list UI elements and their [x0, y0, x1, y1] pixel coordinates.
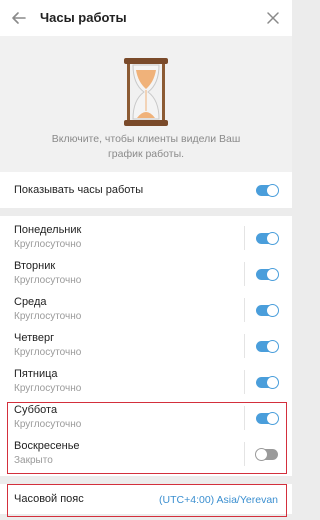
arrow-left-icon[interactable]: [9, 8, 29, 28]
show-hours-row[interactable]: Показывать часы работы: [0, 172, 292, 208]
day-name: Пятница: [14, 368, 58, 380]
show-hours-label: Показывать часы работы: [14, 184, 144, 196]
switch-knob: [266, 304, 279, 317]
row-divider: [244, 226, 245, 250]
row-divider: [244, 262, 245, 286]
day-name: Понедельник: [14, 224, 82, 236]
day-status: Круглосуточно: [14, 383, 82, 394]
page-title: Часы работы: [40, 10, 127, 25]
timezone-highlight: [7, 484, 287, 517]
day-switch[interactable]: [256, 268, 279, 281]
hourglass-icon: [124, 58, 168, 126]
hero-description: Включите, чтобы клиенты видели Ваш графи…: [51, 133, 241, 160]
row-divider: [244, 334, 245, 358]
day-name: Четверг: [14, 332, 55, 344]
day-row[interactable]: Среда Круглосуточно: [0, 292, 292, 328]
switch-knob: [266, 376, 279, 389]
switch-knob: [266, 268, 279, 281]
day-row[interactable]: Понедельник Круглосуточно: [0, 220, 292, 256]
day-status: Круглосуточно: [14, 347, 82, 358]
day-row[interactable]: Четверг Круглосуточно: [0, 328, 292, 364]
hero-section: Включите, чтобы клиенты видели Ваш графи…: [0, 36, 292, 172]
day-name: Вторник: [14, 260, 56, 272]
weekend-highlight: [7, 402, 287, 474]
day-switch[interactable]: [256, 304, 279, 317]
day-status: Круглосуточно: [14, 239, 82, 250]
switch-knob: [266, 184, 279, 197]
day-switch[interactable]: [256, 340, 279, 353]
row-divider: [244, 298, 245, 322]
day-status: Круглосуточно: [14, 311, 82, 322]
header-bar: Часы работы: [0, 0, 292, 36]
close-icon[interactable]: [264, 9, 282, 27]
switch-knob: [266, 340, 279, 353]
switch-knob: [266, 232, 279, 245]
day-name: Среда: [14, 296, 47, 308]
day-switch[interactable]: [256, 376, 279, 389]
day-row[interactable]: Пятница Круглосуточно: [0, 364, 292, 400]
show-hours-switch[interactable]: [256, 184, 279, 197]
row-divider: [244, 370, 245, 394]
day-switch[interactable]: [256, 232, 279, 245]
day-row[interactable]: Вторник Круглосуточно: [0, 256, 292, 292]
day-status: Круглосуточно: [14, 275, 82, 286]
